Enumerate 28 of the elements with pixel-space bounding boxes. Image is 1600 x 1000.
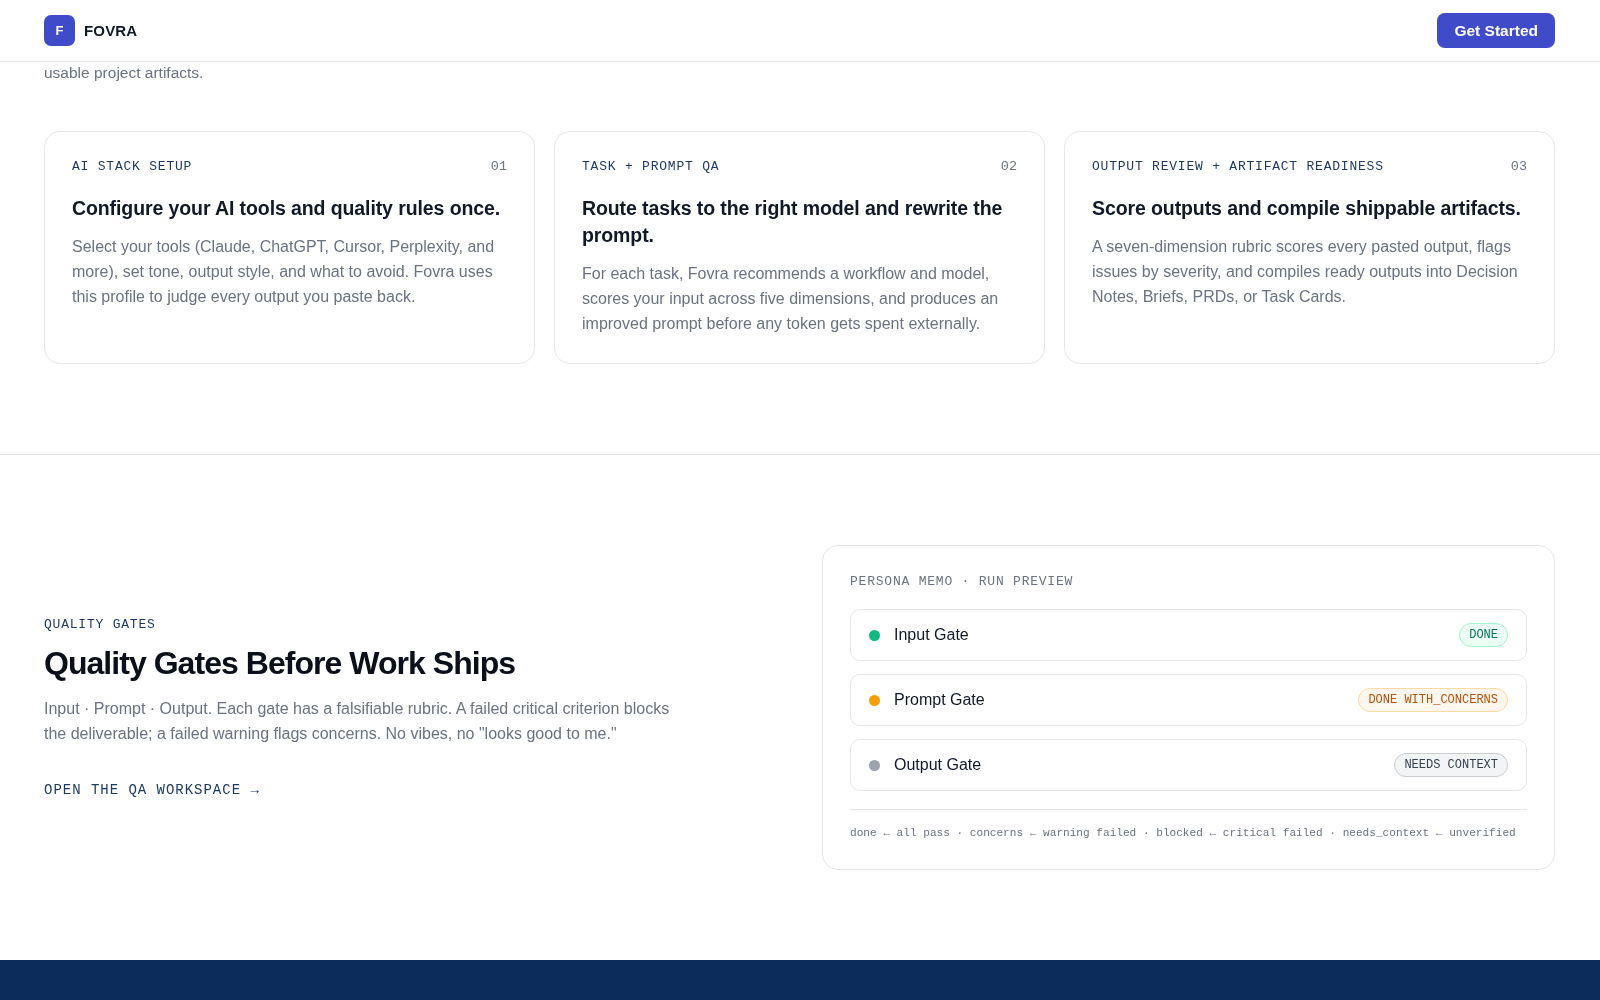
section-heading: Quality Gates Before Work Ships: [44, 643, 516, 683]
intro-text: usable project artifacts.: [44, 63, 204, 83]
status-badge: NEEDS CONTEXT: [1394, 753, 1508, 777]
step-label: OUTPUT REVIEW + ARTIFACT READINESS: [1092, 159, 1384, 174]
brand-name: FOVRA: [84, 22, 138, 39]
gate-name: Output Gate: [894, 756, 982, 774]
step-description: Select your tools (Claude, ChatGPT, Cursor, Perplexity, and more), set tone, output style, and what to avoid. Fovra uses this profile to judge every output you paste back.: [72, 237, 496, 307]
status-badge: DONE: [1459, 623, 1508, 647]
gate-name: Prompt Gate: [894, 691, 985, 709]
step-description: For each task, Fovra recommends a workflow and model, scores your input across five dimensions, and produces an improved prompt before any token gets spent externally.: [582, 264, 1000, 334]
step-label: AI STACK SETUP: [72, 159, 193, 174]
step-title: Score outputs and compile shippable artifacts.: [1092, 196, 1522, 221]
workspace-link[interactable]: OPEN THE QA WORKSPACE →: [44, 781, 260, 799]
status-badge: DONE WITH_CONCERNS: [1358, 688, 1508, 712]
step-number: 03: [1510, 159, 1527, 174]
step-number: 01: [490, 159, 507, 174]
panel-title: PERSONA MEMO · RUN PREVIEW: [850, 573, 1074, 591]
logo-mark: F: [44, 15, 75, 46]
legend-text: done ← all pass · concerns ← warning failed · blocked ← critical failed · needs_context ← unverified: [850, 826, 1516, 841]
step-title: Configure your AI tools and quality rules once.: [72, 196, 502, 221]
step-number: 02: [1000, 159, 1017, 174]
step-title: Route tasks to the right model and rewrite the prompt.: [582, 196, 1004, 248]
step-label: TASK + PROMPT QA: [582, 159, 720, 174]
step-description: A seven-dimension rubric scores every pasted output, flags issues by severity, and compiles ready outputs into Decision Notes, Briefs, PRDs, or Task Cards.: [1092, 237, 1519, 307]
section-description: Input · Prompt · Output. Each gate has a falsifiable rubric. A failed critical criterion blocks the deliverable; a failed warning flags concerns. No vibes, no "looks good to me.": [44, 698, 671, 744]
get-started-button[interactable]: Get Started: [1437, 13, 1555, 48]
gate-name: Input Gate: [894, 626, 969, 644]
section-eyebrow: QUALITY GATES: [44, 616, 156, 632]
